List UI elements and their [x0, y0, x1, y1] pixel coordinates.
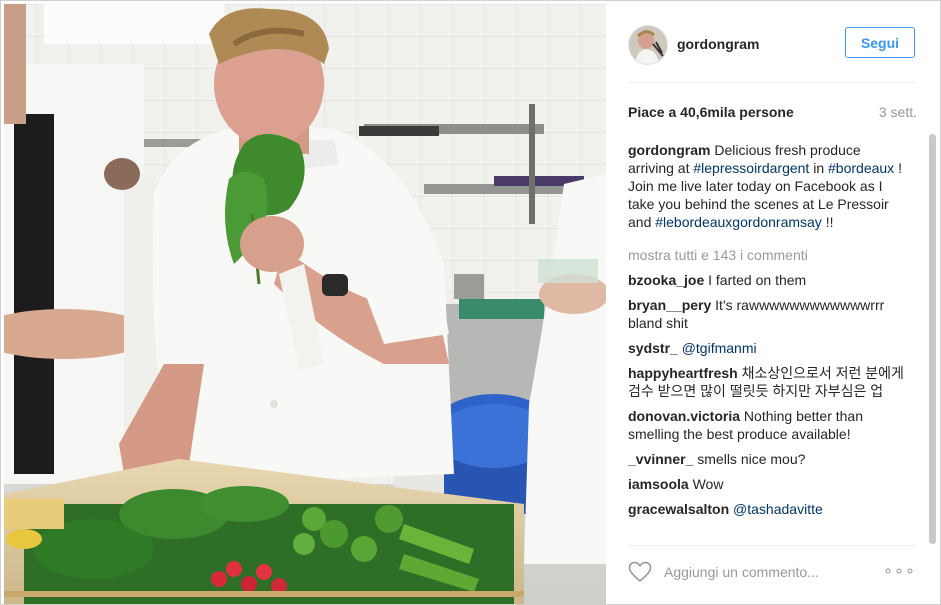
- comment-username[interactable]: _vvinner_: [628, 451, 693, 467]
- comment-username[interactable]: happyheartfresh: [628, 365, 738, 381]
- post-photo[interactable]: [4, 4, 606, 604]
- hashtag-lepressoirdargent[interactable]: #lepressoirdargent: [693, 160, 809, 176]
- caption-text-2: in: [809, 160, 829, 176]
- more-options-icon[interactable]: ∘∘∘: [883, 561, 916, 581]
- comment-username[interactable]: sydstr_: [628, 340, 678, 356]
- hashtag-bordeaux[interactable]: #bordeaux: [828, 160, 894, 176]
- comment-mention[interactable]: @tashadavitte: [733, 501, 823, 517]
- comment-text: smells nice mou?: [697, 451, 806, 467]
- post-username[interactable]: gordongram: [677, 36, 759, 52]
- comment-text: I farted on them: [708, 272, 807, 288]
- comment-username[interactable]: iamsoola: [628, 476, 689, 492]
- avatar-image: [629, 26, 667, 64]
- comment-item: bryan__pery It's rawwwwwwwwwwwwrrr bland…: [628, 296, 906, 332]
- instagram-post-dialog: gordongram Segui Piace a 40,6mila person…: [0, 0, 941, 605]
- chef-kitchen-photo: [4, 4, 606, 604]
- comment-item: happyheartfresh 채소상인으로서 저런 분에게 검수 받으면 많이…: [628, 364, 906, 400]
- comment-username[interactable]: bryan__pery: [628, 297, 711, 313]
- caption: gordongram Delicious fresh produce arriv…: [628, 141, 906, 231]
- comment-item: gracewalsalton @tashadavitte: [628, 500, 906, 518]
- post-side-panel: gordongram Segui Piace a 40,6mila person…: [607, 1, 940, 604]
- comment-mention[interactable]: @tgifmanmi: [682, 340, 757, 356]
- heart-icon[interactable]: [628, 561, 652, 583]
- post-age[interactable]: 3 sett.: [879, 104, 917, 120]
- caption-text-6: !!: [821, 214, 834, 230]
- comment-item: iamsoola Wow: [628, 475, 906, 493]
- comments-scrollbar[interactable]: [929, 134, 936, 544]
- comment-item: donovan.victoria Nothing better than sme…: [628, 407, 906, 443]
- scrollbar-thumb[interactable]: [929, 134, 936, 544]
- show-all-comments-link[interactable]: mostra tutti e 143 i commenti: [628, 246, 906, 264]
- comment-username[interactable]: gracewalsalton: [628, 501, 729, 517]
- follow-button[interactable]: Segui: [845, 27, 915, 58]
- comment-username[interactable]: bzooka_joe: [628, 272, 704, 288]
- comment-item: bzooka_joe I farted on them: [628, 271, 906, 289]
- comment-text: Wow: [692, 476, 724, 492]
- comments-list: gordongram Delicious fresh produce arriv…: [628, 141, 906, 538]
- comment-item: _vvinner_ smells nice mou?: [628, 450, 906, 468]
- avatar[interactable]: [628, 25, 668, 65]
- comment-bar: ∘∘∘: [607, 546, 940, 604]
- likes-count[interactable]: Piace a 40,6mila persone: [628, 104, 794, 120]
- add-comment-input[interactable]: [662, 559, 881, 585]
- hashtag-lebordeauxgordonramsay[interactable]: #lebordeauxgordonramsay: [655, 214, 822, 230]
- caption-username[interactable]: gordongram: [628, 142, 710, 158]
- divider: [628, 82, 916, 83]
- post-header: gordongram Segui: [607, 1, 940, 83]
- comment-item: sydstr_ @tgifmanmi: [628, 339, 906, 357]
- comment-username[interactable]: donovan.victoria: [628, 408, 740, 424]
